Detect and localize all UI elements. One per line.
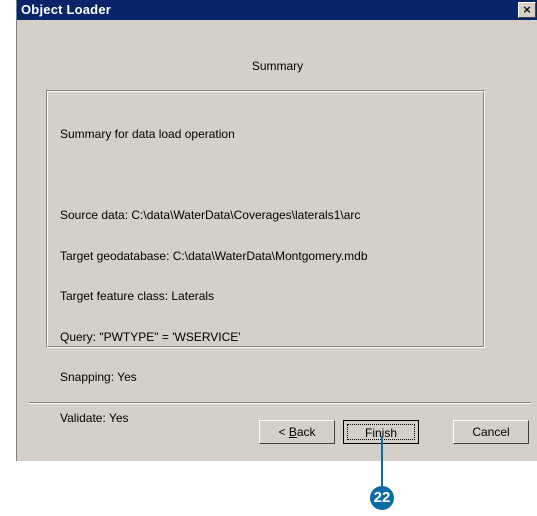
- summary-blank-line: [60, 169, 368, 183]
- summary-target-geodatabase: Target geodatabase: C:\data\WaterData\Mo…: [60, 248, 368, 263]
- summary-source-data: Source data: C:\data\WaterData\Coverages…: [60, 208, 361, 222]
- title-bar: Object Loader ×: [17, 0, 537, 20]
- step-callout-badge: 22: [370, 486, 394, 510]
- close-button[interactable]: ×: [518, 2, 536, 18]
- cancel-button-label: Cancel: [472, 425, 510, 439]
- summary-text: Summary for data load operation Source d…: [60, 101, 368, 452]
- summary-query: Query: "PWTYPE" = 'WSERVICE': [60, 329, 241, 344]
- window-title: Object Loader: [21, 2, 112, 17]
- page-heading: Summary: [251, 59, 304, 73]
- callout-leader-line: [381, 436, 383, 488]
- summary-heading-line: Summary for data load operation: [60, 127, 235, 141]
- close-icon: ×: [522, 3, 532, 16]
- cancel-button[interactable]: Cancel: [453, 420, 529, 444]
- summary-target-feature-class: Target feature class: Laterals: [60, 289, 215, 303]
- summary-panel: Summary for data load operation Source d…: [46, 90, 485, 424]
- back-button-mnemonic: B: [288, 425, 297, 439]
- back-button-prefix: <: [278, 425, 289, 439]
- object-loader-dialog: Object Loader × Summary Summary for data…: [16, 0, 537, 461]
- summary-snapping: Snapping: Yes: [60, 370, 137, 384]
- summary-panel-inner: Summary for data load operation Source d…: [47, 91, 484, 424]
- back-button-rest: ack: [296, 425, 316, 439]
- button-separator: [29, 402, 531, 404]
- back-button[interactable]: < Back: [259, 420, 335, 444]
